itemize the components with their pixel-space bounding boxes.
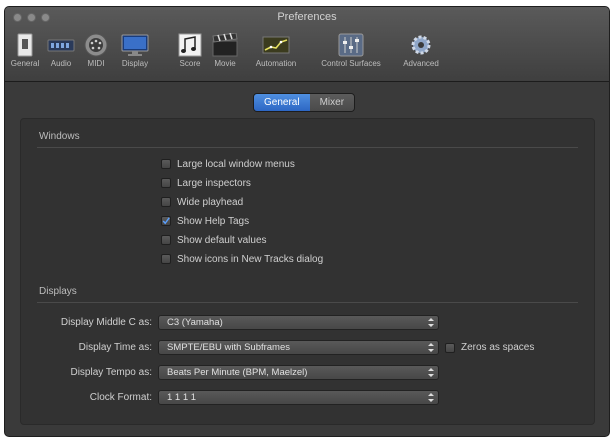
- movie-icon: [212, 33, 238, 57]
- zeros-as-spaces-label: Zeros as spaces: [461, 342, 535, 353]
- general-icon: [17, 33, 33, 57]
- clock-format-value: 1 1 1 1: [167, 392, 197, 403]
- toolbar-label: Control Surfaces: [321, 59, 381, 68]
- tempo-value: Beats Per Minute (BPM, Maelzel): [167, 367, 308, 378]
- option-label: Large local window menus: [177, 158, 295, 170]
- time-row: Display Time as: SMPTE/EBU with Subframe…: [21, 340, 594, 356]
- clock-format-popup[interactable]: 1 1 1 1: [158, 390, 439, 405]
- window-title: Preferences: [277, 11, 337, 23]
- toolbar-item-midi[interactable]: MIDI: [79, 29, 113, 79]
- displays-separator: [37, 302, 578, 303]
- option-wide-playhead[interactable]: Wide playhead: [161, 195, 243, 209]
- toolbar-label: Audio: [50, 59, 72, 68]
- checkbox[interactable]: [161, 197, 171, 207]
- toolbar-item-display[interactable]: Display: [113, 29, 157, 79]
- option-show-icons-new-tracks[interactable]: Show icons in New Tracks dialog: [161, 252, 323, 266]
- control-surfaces-icon: [338, 33, 364, 57]
- option-label: Large inspectors: [177, 177, 251, 189]
- checkbox-checked[interactable]: [161, 216, 171, 226]
- tempo-label: Display Tempo as:: [70, 367, 152, 378]
- checkmark-icon: [162, 217, 170, 225]
- toolbar-item-advanced[interactable]: Advanced: [394, 29, 448, 79]
- middle-c-popup[interactable]: C3 (Yamaha): [158, 315, 439, 330]
- option-large-inspectors[interactable]: Large inspectors: [161, 176, 251, 190]
- toolbar-item-audio[interactable]: Audio: [43, 29, 79, 79]
- tab-control: General Mixer: [253, 93, 356, 112]
- updown-arrows-icon: [428, 393, 434, 402]
- displays-section-title: Displays: [39, 286, 77, 297]
- checkbox[interactable]: [161, 254, 171, 264]
- clock-format-row: Clock Format: 1 1 1 1: [21, 390, 594, 406]
- toolbar-label: Display: [121, 59, 149, 68]
- toolbar-item-automation[interactable]: Automation: [244, 29, 308, 79]
- toolbar-label: MIDI: [87, 59, 105, 68]
- score-icon: [178, 33, 202, 57]
- zeros-as-spaces-option[interactable]: Zeros as spaces: [445, 342, 534, 353]
- time-popup[interactable]: SMPTE/EBU with Subframes: [158, 340, 439, 355]
- toolbar-item-control-surfaces[interactable]: Control Surfaces: [308, 29, 394, 79]
- option-large-local-window-menus[interactable]: Large local window menus: [161, 157, 295, 171]
- checkbox[interactable]: [161, 178, 171, 188]
- midi-icon: [84, 33, 108, 57]
- automation-icon: [262, 36, 290, 54]
- advanced-icon: [411, 35, 431, 55]
- clock-format-label: Clock Format:: [89, 392, 152, 403]
- updown-arrows-icon: [428, 318, 434, 327]
- preferences-panel: Windows Large local window menus Large i…: [20, 118, 595, 425]
- option-label: Show icons in New Tracks dialog: [177, 253, 324, 265]
- middle-c-label: Display Middle C as:: [60, 317, 152, 328]
- tab-mixer[interactable]: Mixer: [309, 94, 355, 111]
- windows-separator: [37, 147, 578, 148]
- title-bar: Preferences General Audio MIDI Display S…: [5, 7, 609, 82]
- toolbar-item-score[interactable]: Score: [172, 29, 208, 79]
- option-label: Show default values: [177, 234, 267, 246]
- toolbar-label: Advanced: [403, 59, 439, 68]
- time-value: SMPTE/EBU with Subframes: [167, 342, 291, 353]
- toolbar-label: General: [10, 59, 40, 68]
- middle-c-value: C3 (Yamaha): [167, 317, 223, 328]
- checkbox[interactable]: [445, 342, 455, 353]
- middle-c-row: Display Middle C as: C3 (Yamaha): [21, 315, 594, 331]
- toolbar-label: Score: [179, 59, 201, 68]
- option-label: Wide playhead: [177, 196, 244, 208]
- display-icon: [121, 34, 149, 56]
- toolbar-item-movie[interactable]: Movie: [207, 29, 243, 79]
- toolbar-item-general[interactable]: General: [7, 29, 43, 79]
- updown-arrows-icon: [428, 343, 434, 352]
- toolbar: General Audio MIDI Display Score Movie A…: [5, 29, 609, 79]
- toolbar-label: Movie: [214, 59, 236, 68]
- toolbar-label: Automation: [255, 59, 297, 68]
- option-show-default-values[interactable]: Show default values: [161, 233, 267, 247]
- time-label: Display Time as:: [78, 342, 152, 353]
- updown-arrows-icon: [428, 368, 434, 377]
- windows-section-title: Windows: [39, 131, 80, 142]
- option-label: Show Help Tags: [177, 215, 250, 227]
- tempo-popup[interactable]: Beats Per Minute (BPM, Maelzel): [158, 365, 439, 380]
- option-show-help-tags[interactable]: Show Help Tags: [161, 214, 249, 228]
- checkbox[interactable]: [161, 159, 171, 169]
- audio-icon: [47, 39, 75, 52]
- tab-general[interactable]: General: [254, 94, 310, 111]
- checkbox[interactable]: [161, 235, 171, 245]
- tempo-row: Display Tempo as: Beats Per Minute (BPM,…: [21, 365, 594, 381]
